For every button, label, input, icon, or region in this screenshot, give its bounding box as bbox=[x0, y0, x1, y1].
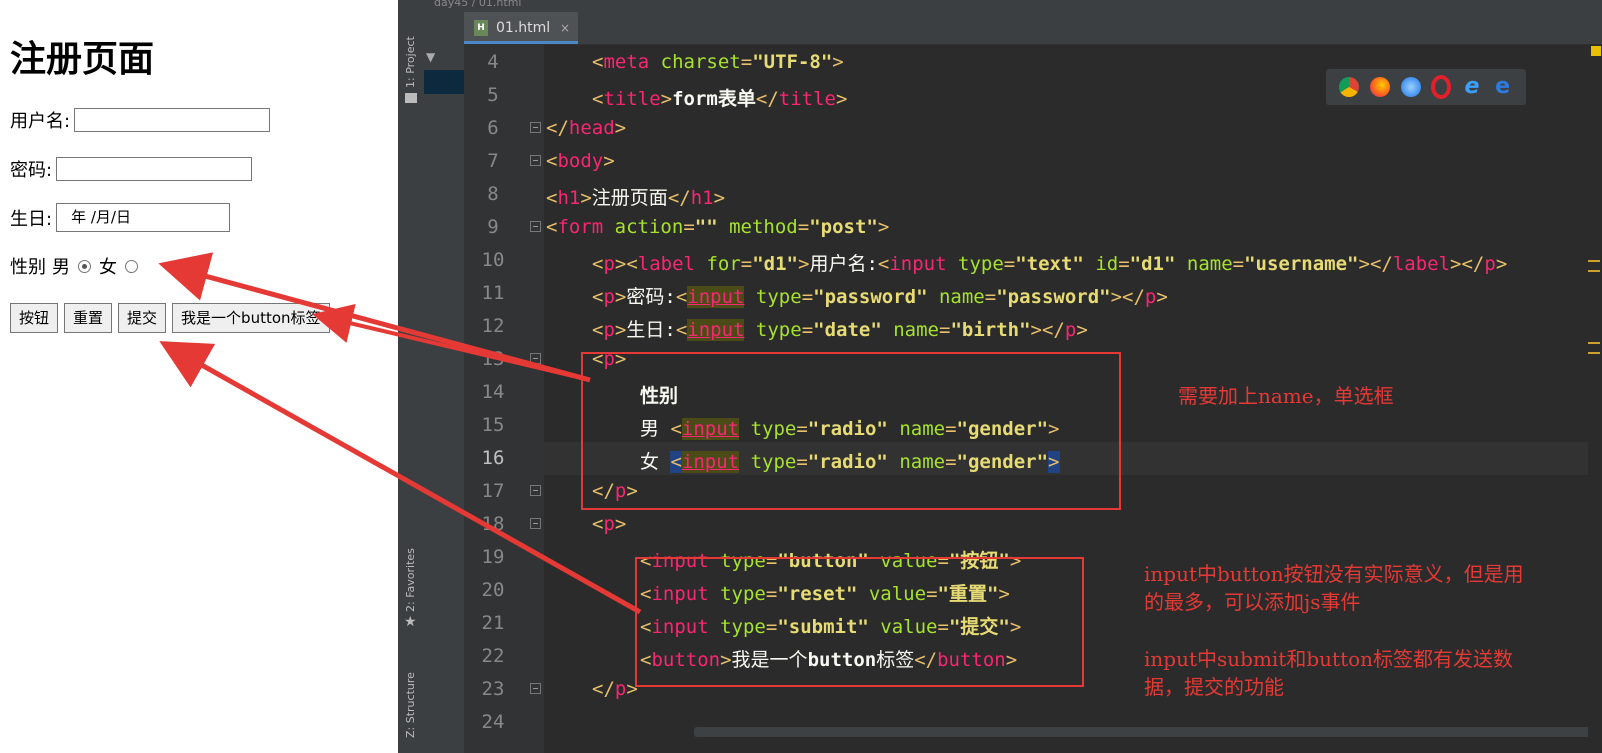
fold-marker-icon[interactable] bbox=[530, 518, 541, 529]
code-line: <p><label for="d1">用户名:<input type="text… bbox=[592, 253, 1508, 275]
star-icon: ★ bbox=[404, 614, 417, 630]
line-number: 7 bbox=[487, 150, 499, 172]
line-number: 14 bbox=[481, 381, 505, 403]
username-label: 用户名: bbox=[10, 111, 71, 132]
fold-marker-icon[interactable] bbox=[530, 683, 541, 694]
gender-label: 性别 bbox=[10, 257, 46, 278]
line-number: 22 bbox=[481, 645, 505, 667]
birth-date-input[interactable]: 年 /月/日 bbox=[56, 203, 231, 232]
line-number: 8 bbox=[487, 183, 499, 205]
fold-marker-icon[interactable] bbox=[530, 122, 541, 133]
edge-icon[interactable]: e bbox=[1493, 76, 1513, 98]
line-number: 23 bbox=[481, 678, 505, 700]
code-line: <form action="" method="post"> bbox=[546, 216, 890, 238]
project-tree-selection[interactable] bbox=[424, 70, 464, 94]
status-indicator-icon bbox=[1591, 46, 1601, 56]
password-row: 密码: bbox=[10, 156, 253, 182]
button-row: 按钮 重置 提交 我是一个button标签 bbox=[10, 303, 330, 333]
button-annotation-box bbox=[635, 557, 1084, 687]
button-note: input中button按钮没有实际意义，但是用 的最多，可以添加js事件 bbox=[1144, 562, 1524, 614]
scroll-marker bbox=[1588, 342, 1600, 344]
male-label: 男 bbox=[52, 257, 70, 278]
reset-button[interactable]: 重置 bbox=[64, 303, 113, 333]
line-number: 6 bbox=[487, 117, 499, 139]
password-label: 密码: bbox=[10, 160, 53, 181]
horizontal-scrollbar[interactable] bbox=[694, 727, 1602, 737]
browser-launch-bar: e e bbox=[1326, 69, 1526, 105]
opera-icon[interactable] bbox=[1431, 75, 1452, 99]
radio-note: 需要加上name，单选框 bbox=[1178, 384, 1394, 408]
male-radio[interactable] bbox=[78, 259, 91, 273]
line-number: 18 bbox=[481, 513, 505, 535]
gender-row: 性别 男 女 bbox=[10, 253, 146, 279]
username-row: 用户名: bbox=[10, 107, 271, 133]
scroll-marker bbox=[1588, 270, 1600, 272]
breadcrumb[interactable]: day45 / 01.html bbox=[434, 0, 521, 9]
code-line: </p> bbox=[592, 678, 638, 700]
editor-tab-bar: H 01.html × bbox=[464, 12, 1602, 45]
code-line: <p>密码:<input type="password" name="passw… bbox=[592, 286, 1168, 308]
line-number-gutter: 4 5 6 7 8 9 10 11 12 13 14 15 16 17 18 19 20 21 22 23 24 bbox=[464, 44, 544, 753]
line-number: 16 bbox=[481, 447, 505, 469]
vertical-scrollbar[interactable] bbox=[1588, 44, 1602, 753]
favorites-tool-label[interactable]: 2: Favorites bbox=[404, 548, 417, 612]
fold-marker-icon[interactable] bbox=[530, 485, 541, 496]
tree-expand-icon[interactable]: ▼ bbox=[426, 50, 435, 64]
code-line: <body> bbox=[546, 150, 615, 172]
chrome-icon[interactable] bbox=[1339, 77, 1360, 97]
button-tag-button[interactable]: 我是一个button标签 bbox=[172, 303, 330, 333]
birth-date-placeholder: 年 /月/日 bbox=[71, 208, 131, 226]
submit-button[interactable]: 提交 bbox=[118, 303, 167, 333]
code-line: <h1>注册页面</h1> bbox=[546, 187, 726, 209]
code-line: <title>form表单</title> bbox=[592, 88, 848, 110]
scroll-marker bbox=[1588, 260, 1600, 262]
line-number: 12 bbox=[481, 315, 505, 337]
ie-icon[interactable]: e bbox=[1462, 76, 1482, 98]
scroll-marker bbox=[1588, 352, 1600, 354]
tab-label: 01.html bbox=[496, 20, 551, 36]
fold-marker-icon[interactable] bbox=[530, 221, 541, 232]
page-heading: 注册页面 bbox=[10, 39, 155, 80]
line-number: 15 bbox=[481, 414, 505, 436]
code-line: <meta charset="UTF-8"> bbox=[592, 51, 844, 73]
folder-icon bbox=[405, 93, 417, 103]
female-radio[interactable] bbox=[125, 259, 138, 273]
close-icon[interactable]: × bbox=[560, 12, 570, 44]
tab-01-html[interactable]: H 01.html × bbox=[464, 12, 578, 44]
fold-marker-icon[interactable] bbox=[530, 353, 541, 364]
line-number: 11 bbox=[481, 282, 505, 304]
line-number: 10 bbox=[481, 249, 505, 271]
browser-preview: 注册页面 用户名: 密码: 生日: 年 /月/日 性别 男 女 按钮 重置 提交… bbox=[0, 0, 398, 753]
code-line: <p>生日:<input type="date" name="birth"></… bbox=[592, 319, 1088, 341]
project-tool-label[interactable]: 1: Project bbox=[404, 36, 417, 88]
project-panel: ▼ bbox=[424, 0, 464, 753]
line-number: 9 bbox=[487, 216, 499, 238]
html-file-icon: H bbox=[474, 20, 488, 36]
username-input[interactable] bbox=[74, 108, 271, 132]
line-number: 21 bbox=[481, 612, 505, 634]
ide-window: 1: Project 2: Favorites ★ Z: Structure ▼… bbox=[398, 0, 1602, 753]
radio-annotation-box bbox=[581, 352, 1121, 510]
line-number: 13 bbox=[481, 348, 505, 370]
line-number: 20 bbox=[481, 579, 505, 601]
firefox-icon[interactable] bbox=[1369, 77, 1390, 97]
line-number: 17 bbox=[481, 480, 505, 502]
birth-row: 生日: 年 /月/日 bbox=[10, 203, 231, 232]
submit-note: input中submit和button标签都有发送数 据，提交的功能 bbox=[1144, 647, 1514, 699]
password-input[interactable] bbox=[56, 157, 253, 181]
line-number: 24 bbox=[481, 711, 505, 733]
safari-icon[interactable] bbox=[1400, 77, 1421, 97]
structure-tool-label[interactable]: Z: Structure bbox=[404, 672, 417, 738]
code-line: </head> bbox=[546, 117, 627, 139]
breadcrumb-bar: day45 / 01.html bbox=[424, 0, 1602, 12]
birth-label: 生日: bbox=[10, 208, 53, 230]
tool-window-strip: 1: Project 2: Favorites ★ Z: Structure bbox=[398, 0, 425, 753]
fold-marker-icon[interactable] bbox=[530, 155, 541, 166]
female-label: 女 bbox=[99, 257, 117, 278]
code-line: <p> bbox=[592, 513, 627, 535]
plain-button[interactable]: 按钮 bbox=[10, 303, 59, 333]
line-number: 5 bbox=[487, 84, 499, 106]
line-number: 19 bbox=[481, 546, 505, 568]
line-number: 4 bbox=[487, 51, 499, 73]
